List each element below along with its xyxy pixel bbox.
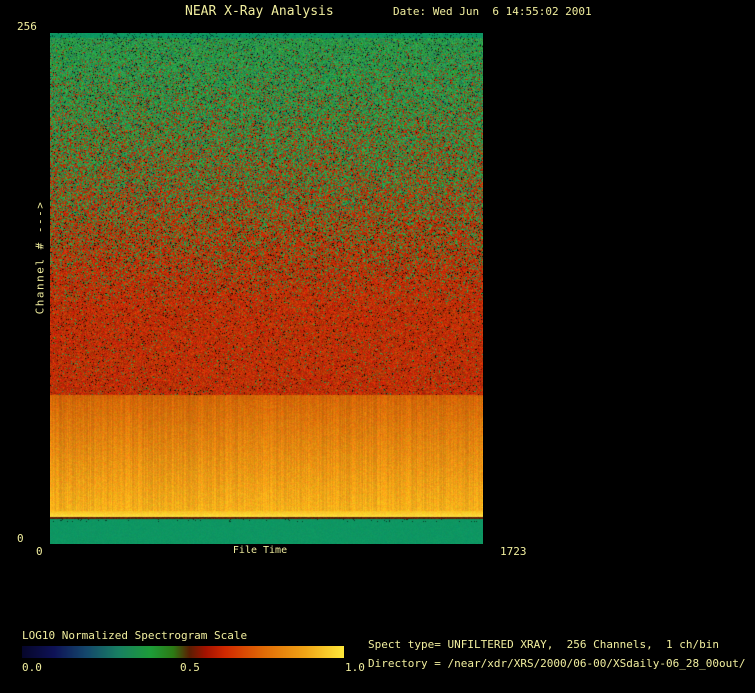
near-xray-analysis-window: NEAR X-Ray Analysis Date: Wed Jun 6 14:5… — [0, 0, 755, 693]
spectrogram-canvas — [50, 33, 483, 544]
directory-line: Directory = /near/xdr/XRS/2000/06-00/XSd… — [368, 658, 746, 669]
colorbar-label: LOG10 Normalized Spectrogram Scale — [22, 630, 247, 641]
x-axis-tick-max: 1723 — [500, 546, 527, 557]
x-axis-tick-min: 0 — [36, 546, 43, 557]
y-axis-label: Channel # ---> — [34, 158, 47, 358]
colorbar-gradient — [22, 646, 344, 658]
colorbar-tick-05: 0.5 — [180, 662, 200, 673]
x-axis-label: File Time — [210, 546, 310, 556]
y-axis-tick-max: 256 — [17, 21, 37, 32]
y-axis-tick-min: 0 — [17, 533, 24, 544]
spect-type-line: Spect type= UNFILTERED XRAY, 256 Channel… — [368, 639, 719, 650]
page-title: NEAR X-Ray Analysis — [185, 5, 334, 18]
date-label: Date: Wed Jun 6 14:55:02 2001 — [393, 6, 592, 17]
colorbar-tick-1: 1.0 — [345, 662, 365, 673]
colorbar-tick-0: 0.0 — [22, 662, 42, 673]
